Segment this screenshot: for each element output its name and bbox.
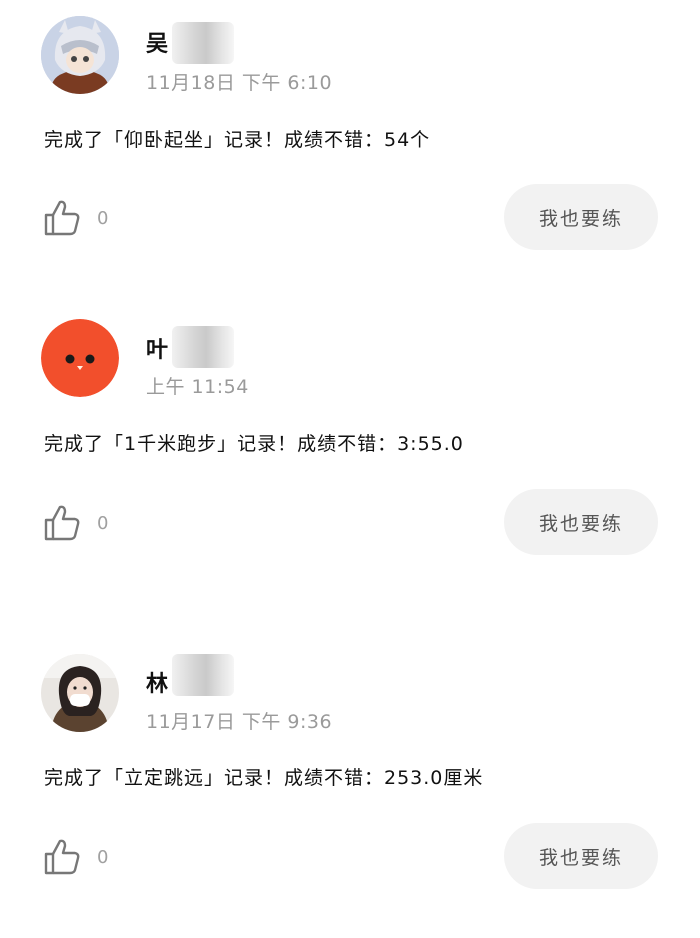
- anime-character-avatar-icon: [41, 16, 119, 94]
- like-count: 0: [97, 847, 109, 868]
- post-timestamp: 11月17日 下午 9:36: [146, 711, 333, 733]
- post-timestamp: 11月18日 下午 6:10: [146, 72, 333, 94]
- like-icon[interactable]: [42, 198, 82, 238]
- post-content: 完成了「立定跳远」记录！成绩不错：253.0厘米: [44, 767, 484, 789]
- avatar[interactable]: [41, 654, 119, 732]
- redacted-name-blur: [172, 654, 234, 696]
- post-content: 完成了「1千米跑步」记录！成绩不错：3:55.0: [44, 433, 464, 455]
- user-name[interactable]: 叶: [146, 332, 168, 364]
- feed-post: 叶 上午 11:54 完成了「1千米跑步」记录！成绩不错：3:55.0 0 我也…: [0, 304, 700, 604]
- feed-post: 林 11月17日 下午 9:36 完成了「立定跳远」记录！成绩不错：253.0厘…: [0, 638, 700, 938]
- practice-too-button[interactable]: 我也要练: [504, 184, 658, 250]
- post-timestamp: 上午 11:54: [146, 376, 249, 398]
- like-count: 0: [97, 208, 109, 229]
- practice-too-button[interactable]: 我也要练: [504, 823, 658, 889]
- redacted-name-blur: [172, 326, 234, 368]
- feed-post: 吴 11月18日 下午 6:10 完成了「仰卧起坐」记录！成绩不错：54个 0 …: [0, 0, 700, 300]
- post-content: 完成了「仰卧起坐」记录！成绩不错：54个: [44, 129, 431, 151]
- user-name[interactable]: 吴: [146, 26, 168, 58]
- redacted-name-blur: [172, 22, 234, 64]
- user-name[interactable]: 林: [146, 666, 168, 698]
- orange-bird-face-avatar-icon: [41, 319, 119, 397]
- avatar[interactable]: [41, 319, 119, 397]
- practice-too-button[interactable]: 我也要练: [504, 489, 658, 555]
- avatar[interactable]: [41, 16, 119, 94]
- user-photo-avatar-icon: [41, 654, 119, 732]
- like-icon[interactable]: [42, 503, 82, 543]
- like-count: 0: [97, 513, 109, 534]
- like-icon[interactable]: [42, 837, 82, 877]
